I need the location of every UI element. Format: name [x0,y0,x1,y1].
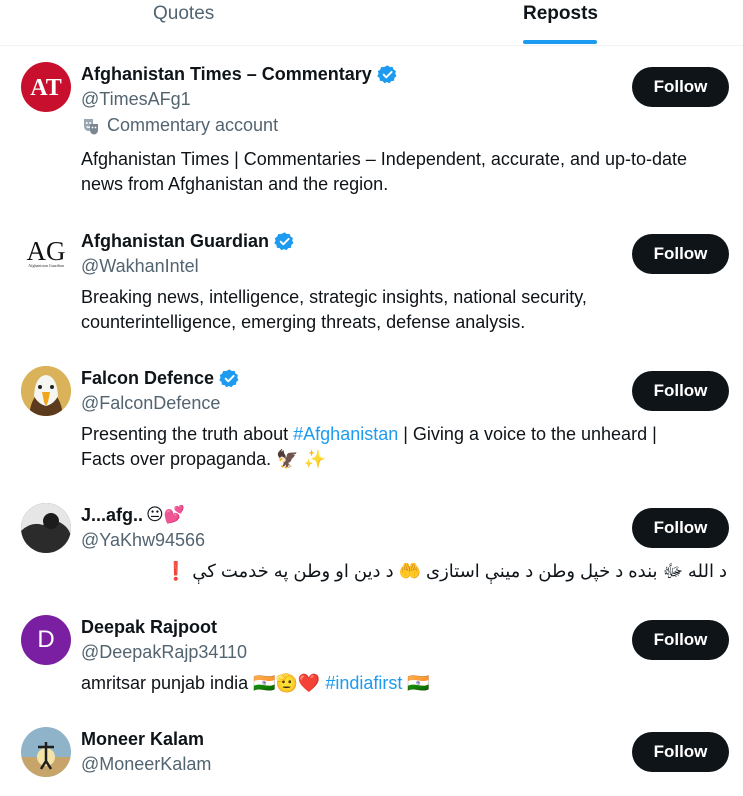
avatar[interactable]: AT [21,62,71,112]
follow-button[interactable]: Follow [632,508,729,548]
tab-bar: Quotes Reposts [0,0,743,46]
user-name-row[interactable]: J...afg.. 😐💕 [81,503,185,527]
user-cell[interactable]: AG Afghanistan Guardian Afghanistan Guar… [0,229,743,349]
follow-button[interactable]: Follow [632,67,729,107]
avatar-text: AG [27,236,66,266]
avatar[interactable] [21,366,71,416]
verified-badge-icon[interactable] [377,64,398,85]
avatar[interactable]: D [21,615,71,665]
avatar-text: AT [30,75,62,101]
user-name-row[interactable]: Moneer Kalam [81,727,204,751]
user-name-row[interactable]: Afghanistan Times – Commentary [81,62,398,86]
account-label: Commentary account [81,115,278,136]
avatar[interactable]: AG Afghanistan Guardian [21,229,71,279]
follow-button[interactable]: Follow [632,620,729,660]
name-emoji: 😐💕 [146,505,185,525]
user-handle[interactable]: @MoneerKalam [81,754,211,775]
tab-quotes[interactable]: Quotes [0,0,371,46]
follow-button[interactable]: Follow [632,371,729,411]
account-label-text: Commentary account [107,115,279,135]
bio-text: amritsar punjab india 🇮🇳🫡❤️ [81,673,326,693]
user-bio: د الله ﷻ بنده د خپل وطن د مینې استازی 🤲 … [164,561,727,581]
avatar[interactable] [21,503,71,553]
user-cell[interactable]: Falcon Defence @FalconDefence Presenting… [0,366,743,486]
hashtag-link[interactable]: #indiafirst [325,673,402,693]
user-handle[interactable]: @YaKhw94566 [81,530,205,551]
user-bio: amritsar punjab india 🇮🇳🫡❤️ #indiafirst … [81,671,701,696]
user-name[interactable]: Afghanistan Times – Commentary [81,64,372,85]
user-handle[interactable]: @DeepakRajp34110 [81,642,247,663]
verified-badge-icon[interactable] [274,231,295,252]
theater-masks-icon [84,118,98,134]
user-name[interactable]: Falcon Defence [81,368,214,389]
user-name[interactable]: Deepak Rajpoot [81,617,217,638]
user-name[interactable]: J...afg.. [81,505,143,526]
user-name[interactable]: Moneer Kalam [81,729,204,750]
user-name-row[interactable]: Deepak Rajpoot [81,615,217,639]
profile-photo-icon [21,727,71,777]
user-cell[interactable]: Moneer Kalam @MoneerKalam Follow [0,727,743,796]
user-bio: Afghanistan Times | Commentaries – Indep… [81,149,688,194]
eagle-icon [21,366,71,416]
user-handle[interactable]: @TimesAFg1 [81,89,191,110]
avatar-subtext: Afghanistan Guardian [28,263,63,268]
tab-quotes-label: Quotes [153,3,215,24]
user-cell[interactable]: AT Afghanistan Times – Commentary @Times… [0,62,743,212]
avatar-initial: D [37,626,55,653]
user-name-row[interactable]: Afghanistan Guardian [81,229,295,253]
tab-reposts[interactable]: Reposts [371,0,743,46]
user-name-row[interactable]: Falcon Defence [81,366,240,390]
avatar[interactable] [21,727,71,777]
tab-reposts-label: Reposts [523,3,598,24]
follow-button[interactable]: Follow [632,732,729,772]
active-tab-indicator [523,40,597,44]
user-name[interactable]: Afghanistan Guardian [81,231,269,252]
user-bio: Presenting the truth about #Afghanistan … [81,422,701,472]
profile-photo-icon [21,503,71,553]
bio-text: 🇮🇳 [402,673,430,693]
user-cell[interactable]: D Deepak Rajpoot @DeepakRajp34110 amrits… [0,615,743,715]
hashtag-link[interactable]: #Afghanistan [293,424,398,444]
verified-badge-icon[interactable] [219,368,240,389]
user-bio: Breaking news, intelligence, strategic i… [81,287,587,332]
user-handle[interactable]: @WakhanIntel [81,256,199,277]
follow-button[interactable]: Follow [632,234,729,274]
user-cell[interactable]: J...afg.. 😐💕 @YaKhw94566 د الله ﷻ بنده د… [0,503,743,603]
bio-text: Presenting the truth about [81,424,294,444]
user-handle[interactable]: @FalconDefence [81,393,220,414]
